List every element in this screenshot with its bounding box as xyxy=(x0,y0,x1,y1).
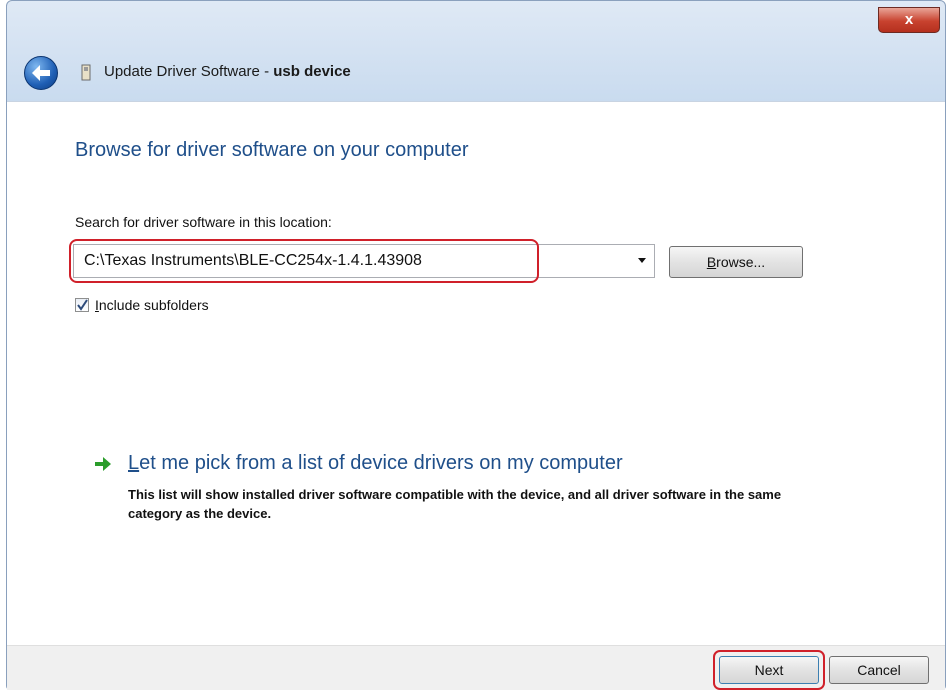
next-button[interactable]: Next xyxy=(719,656,819,684)
driver-path-combobox[interactable]: C:\Texas Instruments\BLE-CC254x-1.4.1.43… xyxy=(73,244,655,278)
pick-from-list-description: This list will show installed driver sof… xyxy=(128,487,782,521)
back-arrow-icon xyxy=(32,65,50,81)
close-button[interactable]: x xyxy=(878,7,940,33)
include-subfolders-text: nclude subfolders xyxy=(98,297,209,313)
driver-path-value[interactable]: C:\Texas Instruments\BLE-CC254x-1.4.1.43… xyxy=(84,252,422,270)
browse-accel: B xyxy=(706,254,717,270)
back-button[interactable] xyxy=(24,56,58,90)
browse-button[interactable]: Browse... xyxy=(669,246,803,278)
window-title-prefix: Update Driver Software - xyxy=(104,63,274,80)
window-title-device: usb device xyxy=(273,63,351,80)
pick-link-text: et me pick from a list of device drivers… xyxy=(139,452,623,474)
pick-from-list-link[interactable]: Let me pick from a list of device driver… xyxy=(128,452,623,475)
close-icon: x xyxy=(904,11,914,28)
green-arrow-icon xyxy=(95,457,111,471)
include-subfolders-checkbox[interactable] xyxy=(75,298,89,312)
checkmark-icon xyxy=(77,299,88,311)
include-subfolders-label[interactable]: Include subfolders xyxy=(95,297,209,313)
chevron-down-icon[interactable] xyxy=(638,258,646,263)
content-area: Browse for driver software on your compu… xyxy=(7,101,945,646)
browse-label: rowse... xyxy=(716,254,766,270)
dialog-footer: Next Cancel xyxy=(7,645,945,690)
pick-link-accel: L xyxy=(128,452,140,474)
cancel-button[interactable]: Cancel xyxy=(829,656,929,684)
window-title: Update Driver Software - usb device xyxy=(104,63,351,80)
usb-device-icon xyxy=(81,64,91,81)
search-location-label: Search for driver software in this locat… xyxy=(75,214,332,230)
page-heading: Browse for driver software on your compu… xyxy=(75,139,469,161)
